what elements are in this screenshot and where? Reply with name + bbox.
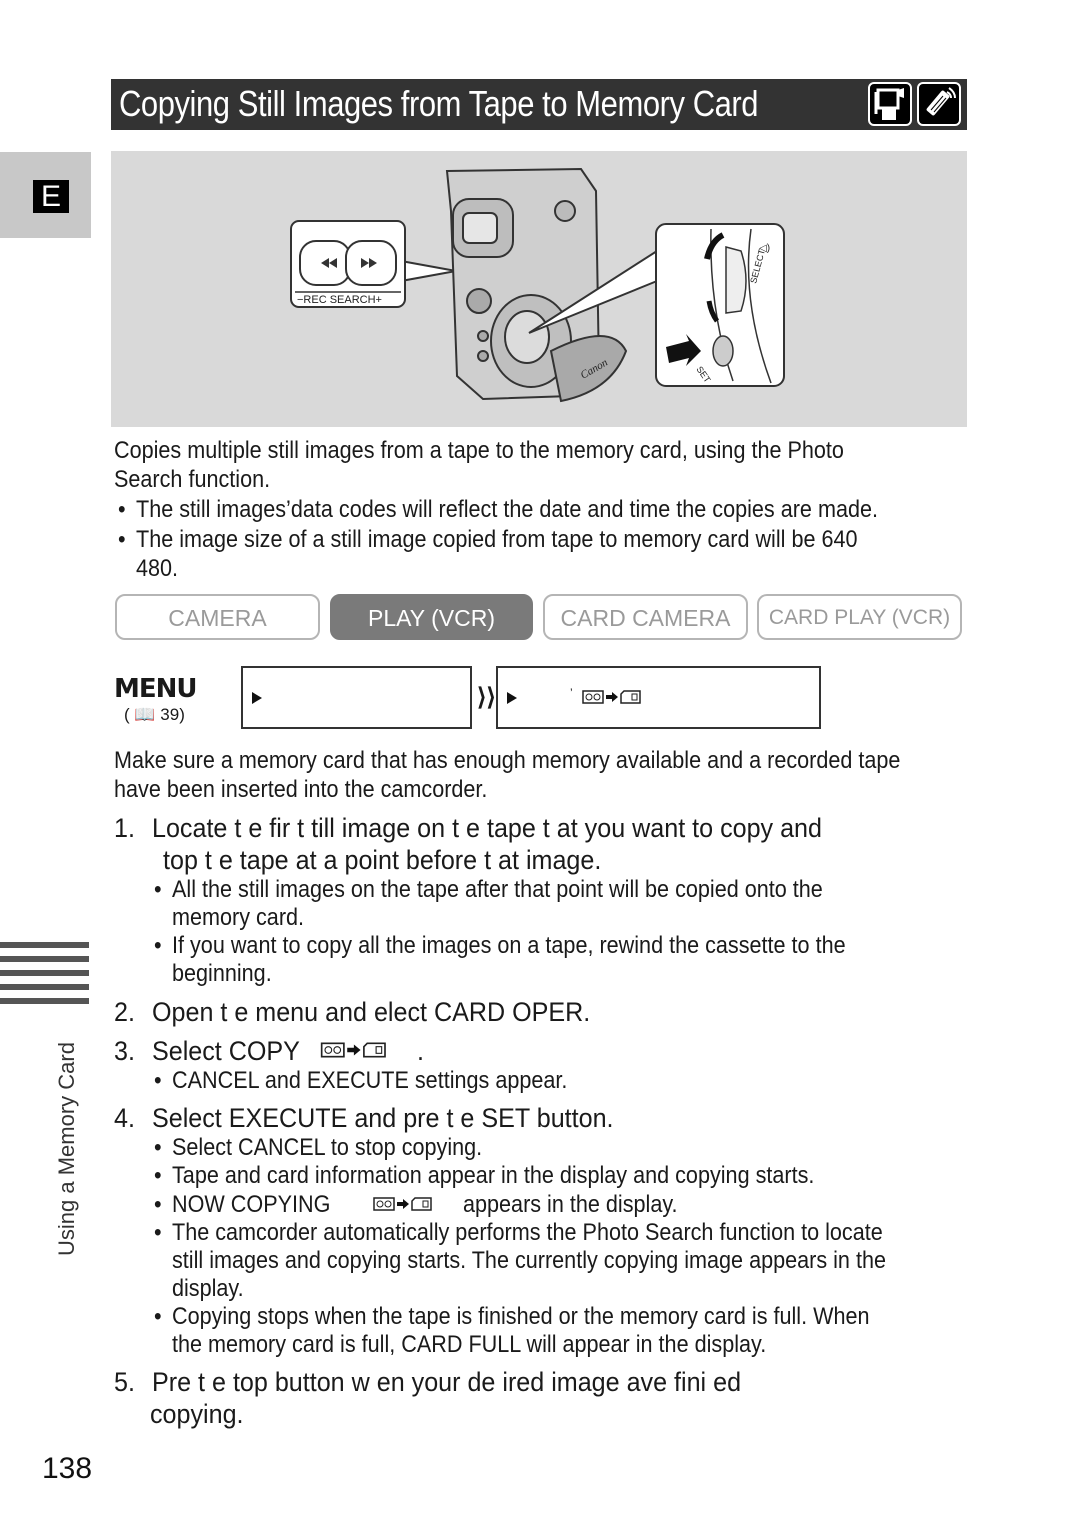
step-1-number: 1. (114, 813, 135, 843)
intro-line-1: Copies multiple still images from a tape… (114, 437, 844, 464)
tape-to-card-icon (373, 1197, 432, 1211)
rec-search-label: −REC SEARCH+ (297, 294, 382, 306)
prereq-line-1: Make sure a memory card that has enough … (114, 747, 901, 774)
step-1-bullet: If you want to copy all the images on a … (154, 931, 846, 960)
step-4-bullet-cont: display. (172, 1275, 244, 1302)
menu-box-copy: ’ (496, 666, 821, 729)
speaker-icon: ◁) (759, 243, 770, 254)
step-4-bullet: NOW COPYING (154, 1190, 330, 1219)
step-4-bullet-cont: appears in the display. (463, 1191, 678, 1218)
rec-search-callout: −REC SEARCH+ (290, 220, 457, 308)
step-2-number: 2. (114, 997, 135, 1027)
step-1-bullet-cont: memory card. (172, 904, 305, 931)
book-icon: 📖 (134, 705, 156, 724)
step-4-bullet-cont: the memory card is full, CARD FULL will … (172, 1331, 767, 1358)
page-number: 138 (42, 1452, 93, 1485)
step-1-bullet-cont: beginning. (172, 960, 272, 987)
step-5-text-cont: copying. (150, 1399, 244, 1429)
language-letter: E (33, 180, 69, 213)
tape-to-card-icon (320, 1042, 386, 1058)
step-1-text-cont: top t e tape at a point before t at imag… (163, 845, 602, 875)
mode-card-play-vcr: CARD PLAY (VCR) (757, 594, 962, 640)
step-5-number: 5. (114, 1367, 135, 1397)
intro-bullet: The image size of a still image copied f… (118, 525, 858, 554)
step-3-text: Select COPY (152, 1036, 300, 1066)
section-title-bar: Copying Still Images from Tape to Memory… (111, 79, 967, 130)
step-2-text: Open t e menu and elect CARD OPER. (152, 997, 591, 1027)
step-4-bullet: Tape and card information appear in the … (154, 1161, 814, 1190)
intro-line-2: Search function. (114, 466, 271, 493)
step-4-bullet-cont: still images and copying starts. The cur… (172, 1247, 886, 1274)
step-5-text: Pre t e top button w en your de ired ima… (152, 1367, 742, 1397)
language-tab: E (0, 152, 91, 238)
intro-bullet-cont: 480. (136, 555, 179, 582)
intro-bullet: The still images’data codes will reflect… (118, 495, 878, 524)
camcorder-illustration: −REC SEARCH+ Canon SELECT SET ◁) (111, 151, 967, 427)
menu-reference: ( 📖 39) (124, 705, 185, 724)
step-4-bullet: Copying stops when the tape is finished … (154, 1302, 870, 1331)
double-chevron-icon: ⟩⟩ (477, 684, 496, 711)
step-3-number: 3. (114, 1036, 135, 1066)
step-4-number: 4. (114, 1103, 135, 1133)
menu-label: MENU (114, 674, 198, 704)
mode-card-camera: CARD CAMERA (543, 594, 748, 640)
page-title: Copying Still Images from Tape to Memory… (119, 83, 759, 124)
step-3-suffix: . (417, 1036, 424, 1066)
camcorder-icon (868, 82, 912, 126)
menu-ref-page: 39 (160, 705, 180, 724)
step-4-text: Select EXECUTE and pre t e SET button. (152, 1103, 614, 1133)
triangle-icon (507, 692, 517, 704)
tape-to-card-icon (582, 690, 641, 704)
mode-play-vcr: PLAY (VCR) (330, 594, 533, 640)
step-3-bullet: CANCEL and EXECUTE settings appear. (154, 1066, 567, 1095)
mode-camera: CAMERA (115, 594, 320, 640)
step-1-bullet: All the still images on the tape after t… (154, 875, 823, 904)
menu-box-card-oper (241, 666, 472, 729)
triangle-icon (252, 692, 262, 704)
step-1-text: Locate t e fir t till image on t e tape … (152, 813, 822, 843)
section-label: Using a Memory Card (54, 1042, 79, 1256)
step-4-bullet: Select CANCEL to stop copying. (154, 1133, 482, 1162)
prereq-line-2: have been inserted into the camcorder. (114, 776, 488, 803)
step-4-bullet: The camcorder automatically performs the… (154, 1218, 883, 1247)
remote-control-icon (917, 82, 961, 126)
